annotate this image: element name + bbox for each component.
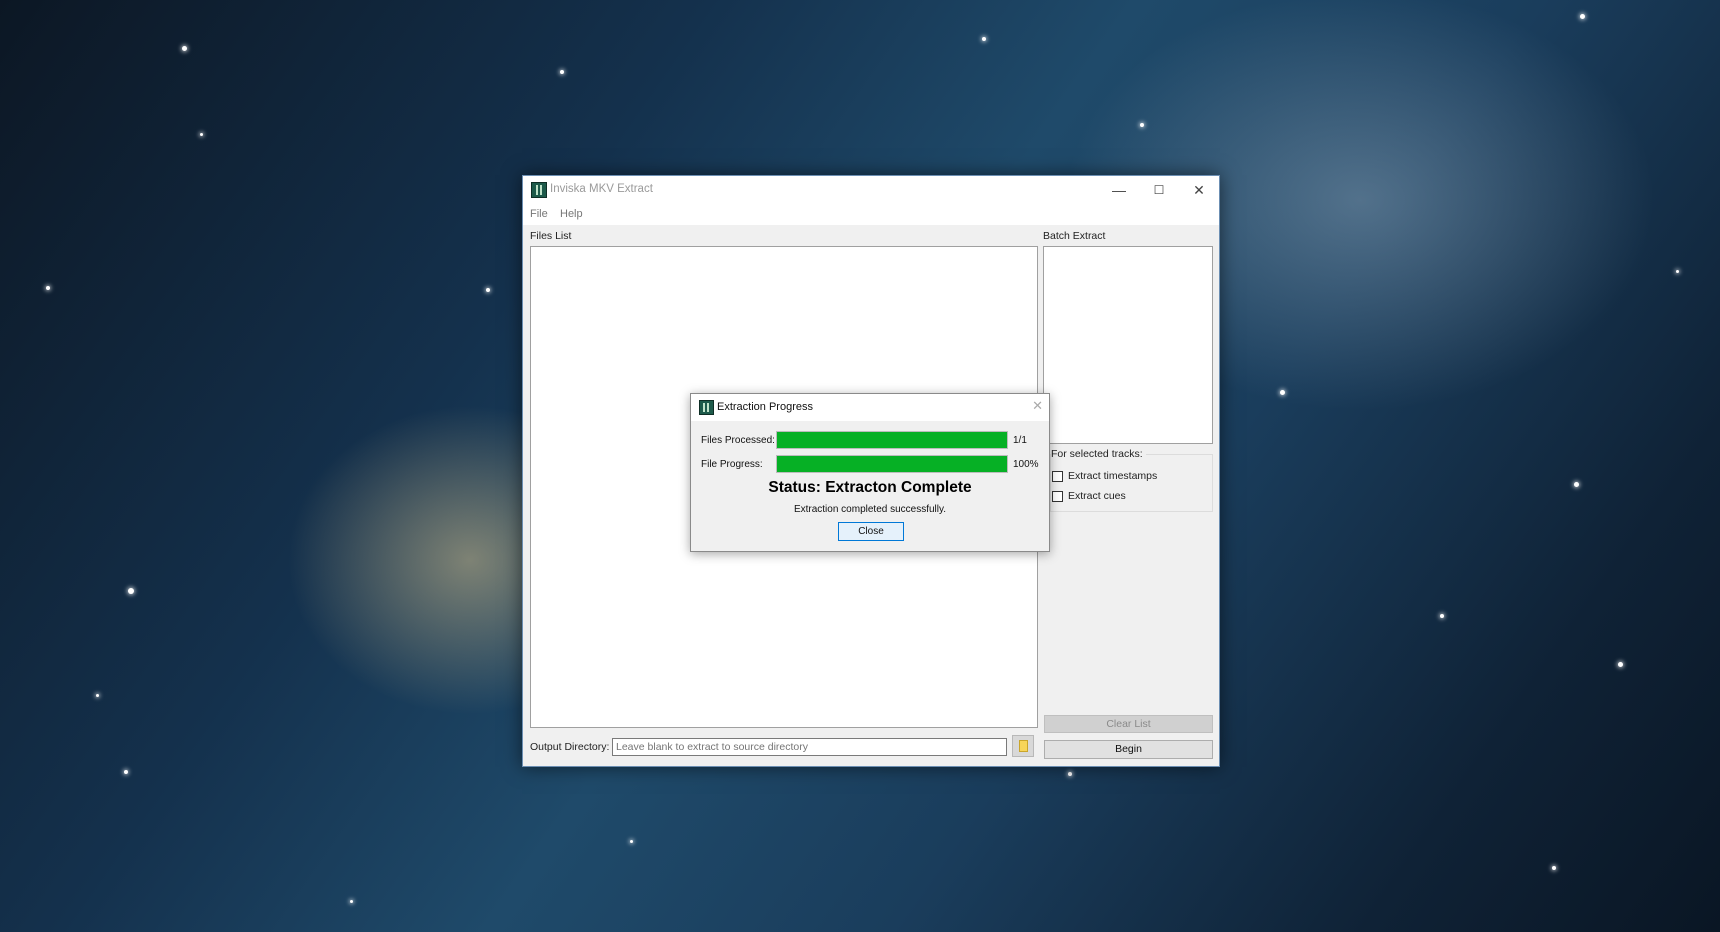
star: [1552, 866, 1556, 870]
extract-timestamps-checkbox[interactable]: [1052, 471, 1063, 482]
star: [1574, 482, 1579, 487]
dialog-title-bar[interactable]: Extraction Progress ✕: [691, 394, 1049, 421]
star: [350, 900, 353, 903]
window-title: Inviska MKV Extract: [550, 183, 653, 195]
menu-bar: File Help: [523, 205, 1219, 225]
dialog-title: Extraction Progress: [717, 401, 813, 413]
star: [1618, 662, 1623, 667]
files-processed-label: Files Processed:: [701, 435, 775, 446]
files-processed-fill: [777, 432, 1007, 448]
star: [1580, 14, 1585, 19]
extract-cues-checkbox[interactable]: [1052, 491, 1063, 502]
browse-folder-button[interactable]: [1012, 735, 1034, 757]
app-icon: [699, 400, 714, 415]
star: [630, 840, 633, 843]
output-directory-label: Output Directory:: [530, 741, 610, 753]
file-progress-bar: [776, 455, 1008, 473]
extraction-progress-dialog: Extraction Progress ✕ Files Processed: 1…: [690, 393, 1050, 552]
extract-timestamps-label: Extract timestamps: [1068, 470, 1158, 482]
star: [200, 133, 203, 136]
star: [182, 46, 187, 51]
begin-button[interactable]: Begin: [1044, 740, 1213, 759]
file-progress-percent: 100%: [1013, 459, 1039, 470]
close-button[interactable]: ✕: [1179, 176, 1219, 205]
star: [982, 37, 986, 41]
star: [128, 588, 134, 594]
selected-tracks-group: [1050, 454, 1213, 512]
files-list-label: Files List: [530, 230, 572, 242]
star: [96, 694, 99, 697]
star: [560, 70, 564, 74]
batch-extract-label: Batch Extract: [1043, 230, 1106, 242]
dialog-close-button[interactable]: Close: [838, 522, 904, 541]
dialog-close-icon[interactable]: ✕: [1032, 398, 1043, 414]
file-progress-fill: [777, 456, 1007, 472]
title-bar[interactable]: Inviska MKV Extract — ☐ ✕: [523, 176, 1219, 205]
files-processed-count: 1/1: [1013, 435, 1027, 446]
star: [1140, 123, 1144, 127]
extract-cues-label: Extract cues: [1068, 490, 1126, 502]
menu-file[interactable]: File: [530, 208, 548, 220]
star: [1440, 614, 1444, 618]
clear-list-button[interactable]: Clear List: [1044, 715, 1213, 733]
star: [1068, 772, 1072, 776]
maximize-button[interactable]: ☐: [1139, 176, 1179, 205]
star: [46, 286, 50, 290]
status-heading: Status: Extracton Complete: [768, 479, 972, 496]
batch-extract-list[interactable]: [1043, 246, 1213, 444]
file-progress-label: File Progress:: [701, 459, 763, 470]
selected-tracks-title: For selected tracks:: [1051, 448, 1146, 460]
star: [1280, 390, 1285, 395]
app-icon: [531, 182, 547, 198]
files-processed-bar: [776, 431, 1008, 449]
star: [124, 770, 128, 774]
output-directory-input[interactable]: [612, 738, 1007, 756]
status-message: Extraction completed successfully.: [793, 504, 947, 515]
folder-icon: [1019, 740, 1028, 752]
menu-help[interactable]: Help: [560, 208, 583, 220]
star: [486, 288, 490, 292]
minimize-button[interactable]: —: [1099, 176, 1139, 205]
star: [1676, 270, 1679, 273]
